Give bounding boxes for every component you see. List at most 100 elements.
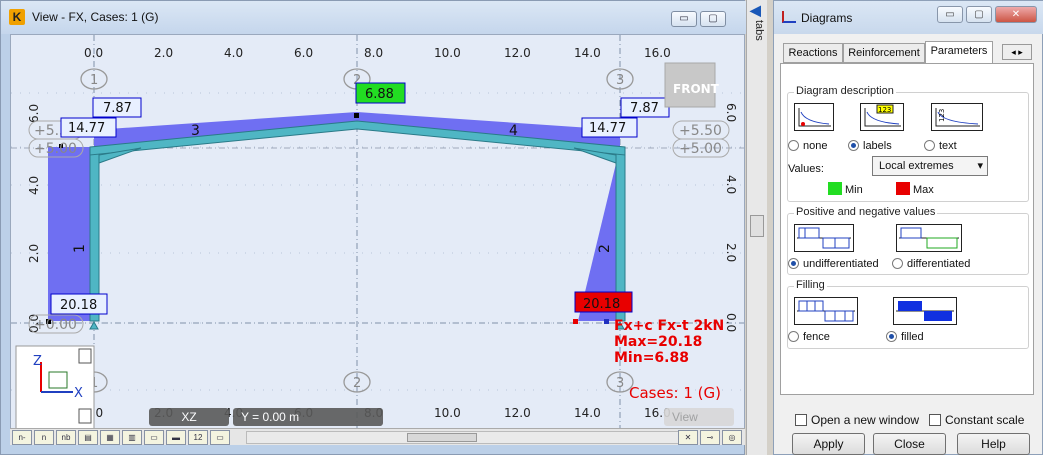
toolbar-btn-11[interactable]: ✕ [678, 430, 698, 445]
label-right-top-b: 14.77 [589, 121, 626, 136]
axis-x-label: X [74, 386, 83, 401]
axis-z-label: Z [33, 354, 42, 369]
toolbar-btn-10[interactable]: ▭ [210, 430, 230, 445]
view-title: View - FX, Cases: 1 (G) [32, 10, 159, 24]
radio-undifferentiated[interactable]: undifferentiated [788, 258, 879, 270]
plane-label: XZ [149, 408, 229, 426]
label-right-top-a: 7.87 [630, 101, 659, 116]
constant-scale-checkbox[interactable]: Constant scale [929, 413, 1024, 427]
view-window: K View - FX, Cases: 1 (G) ▭ ▢ ✕ [0, 0, 746, 455]
diag-close-button[interactable]: ✕ [995, 6, 1037, 23]
level-label: +0.00 [34, 317, 77, 333]
apply-button[interactable]: Apply [792, 433, 865, 455]
group-filling: Filling fence filled [787, 279, 1029, 349]
structure-canvas[interactable]: 0.02.04.06.08.010.012.014.016.00.02.04.0… [10, 34, 745, 429]
top-ruler-tick: 6.0 [294, 46, 313, 60]
view-cube-label: FRONT [673, 82, 720, 96]
radio-differentiated[interactable]: differentiated [892, 258, 970, 270]
label-ridge-min: 6.88 [365, 87, 394, 102]
close-button[interactable]: Close [873, 433, 946, 455]
top-ruler-tick: 10.0 [434, 46, 461, 60]
vscroll-thumb[interactable] [750, 215, 764, 237]
svg-text:123: 123 [878, 106, 891, 114]
toolbar-btn-5[interactable]: ▦ [100, 430, 120, 445]
diag-restore-button[interactable]: ▢ [966, 6, 992, 23]
filling-filled-picture[interactable] [893, 297, 957, 325]
toolbar-btn-13[interactable]: ◎ [722, 430, 742, 445]
vertical-scrollbar[interactable]: ◀ tabs [746, 0, 767, 455]
top-ruler-tick: 4.0 [224, 46, 243, 60]
app-logo-icon: K [9, 9, 25, 25]
right-ruler-tick: 4.0 [724, 175, 738, 194]
minimize-button[interactable]: ▭ [671, 11, 697, 27]
radio-fence[interactable]: fence [788, 331, 830, 343]
toolbar-btn-3[interactable]: nb [56, 430, 76, 445]
radio-labels-dot [848, 140, 859, 151]
posneg-undiff-picture[interactable] [794, 224, 854, 252]
filling-fence-picture[interactable] [794, 297, 858, 325]
view-label: View [664, 408, 734, 426]
level-label: +5.00 [34, 141, 77, 157]
coord-label: Y = 0.00 m [233, 408, 383, 426]
diagrams-title: Diagrams [801, 11, 853, 25]
top-ruler-tick: 0.0 [84, 46, 103, 60]
description-none-picture[interactable] [794, 103, 834, 131]
toolbar-btn-7[interactable]: ▭ [144, 430, 164, 445]
radio-text[interactable]: text [924, 140, 957, 152]
legend-line-2: Max=20.18 [614, 334, 702, 350]
toolbar-btn-4[interactable]: ▤ [78, 430, 98, 445]
toolbar-btn-8[interactable]: ▬ [166, 430, 186, 445]
arrow-left-icon[interactable]: ◀ [750, 2, 761, 19]
values-select[interactable]: Local extremes ▾ [872, 156, 988, 176]
left-ruler-tick: 4.0 [27, 176, 41, 195]
open-new-window-checkbox[interactable]: Open a new window [795, 413, 919, 427]
right-ruler-tick: 0.0 [724, 313, 738, 332]
description-text-picture[interactable]: 123 [931, 103, 983, 131]
radio-diff-dot [892, 258, 903, 269]
checkbox-box [795, 414, 807, 426]
restore-button[interactable]: ▢ [700, 11, 726, 27]
min-color-swatch[interactable] [828, 182, 842, 195]
tab-reactions[interactable]: Reactions [783, 43, 843, 63]
radio-filled[interactable]: filled [886, 331, 924, 343]
group-posneg: Positive and negative values undifferent… [787, 206, 1029, 275]
max-label: Max [913, 184, 934, 196]
horizontal-scrollbar[interactable] [246, 431, 681, 444]
help-button[interactable]: Help [957, 433, 1030, 455]
tab-scroll-arrows[interactable]: ◂ ▸ [1002, 44, 1032, 60]
toolbar-btn-6[interactable]: ▥ [122, 430, 142, 445]
bar-label-3: 3 [191, 123, 200, 139]
view-toolbar: n- n nb ▤ ▦ ▥ ▭ ▬ 12 ▭ ✕ ⊸ ◎ [10, 428, 745, 445]
posneg-diff-picture[interactable] [896, 224, 962, 252]
scroll-thumb[interactable] [407, 433, 477, 442]
label-left-top-b: 14.77 [68, 121, 105, 136]
node-number: 3 [616, 73, 624, 88]
frame-drawing: 0.02.04.06.08.010.012.014.016.00.02.04.0… [11, 35, 744, 428]
radio-labels[interactable]: labels [848, 140, 892, 152]
max-color-swatch[interactable] [896, 182, 910, 195]
level-label: +5.00 [679, 141, 722, 157]
toolbar-btn-2[interactable]: n [34, 430, 54, 445]
group-diagram-description: Diagram description 123 123 none labels … [787, 85, 1029, 202]
view-title-bar: K View - FX, Cases: 1 (G) ▭ ▢ ✕ [1, 1, 746, 34]
left-ruler-tick: 6.0 [27, 104, 41, 123]
description-labels-picture[interactable]: 123 [860, 103, 904, 131]
toolbar-btn-1[interactable]: n- [12, 430, 32, 445]
bar-label-4: 4 [509, 123, 518, 139]
diagrams-panel: Diagrams ▭ ▢ ✕ Reactions Reinforcement P… [773, 0, 1043, 455]
cases-label: Cases: 1 (G) [629, 384, 721, 402]
tabs-label: tabs [753, 20, 765, 41]
level-label: +5.50 [679, 123, 722, 139]
tab-parameters[interactable]: Parameters [925, 41, 993, 64]
toolbar-btn-12[interactable]: ⊸ [700, 430, 720, 445]
chevron-down-icon: ▾ [977, 160, 983, 172]
bar-label-1: 1 [72, 244, 88, 253]
radio-none[interactable]: none [788, 140, 827, 152]
left-ruler-tick: 2.0 [27, 244, 41, 263]
tab-reinforcement[interactable]: Reinforcement [843, 43, 925, 63]
toolbar-btn-9[interactable]: 12 [188, 430, 208, 445]
diag-minimize-button[interactable]: ▭ [937, 6, 963, 23]
values-label: Values: [788, 163, 824, 175]
top-ruler-tick: 14.0 [574, 46, 601, 60]
right-ruler-tick: 2.0 [724, 243, 738, 262]
